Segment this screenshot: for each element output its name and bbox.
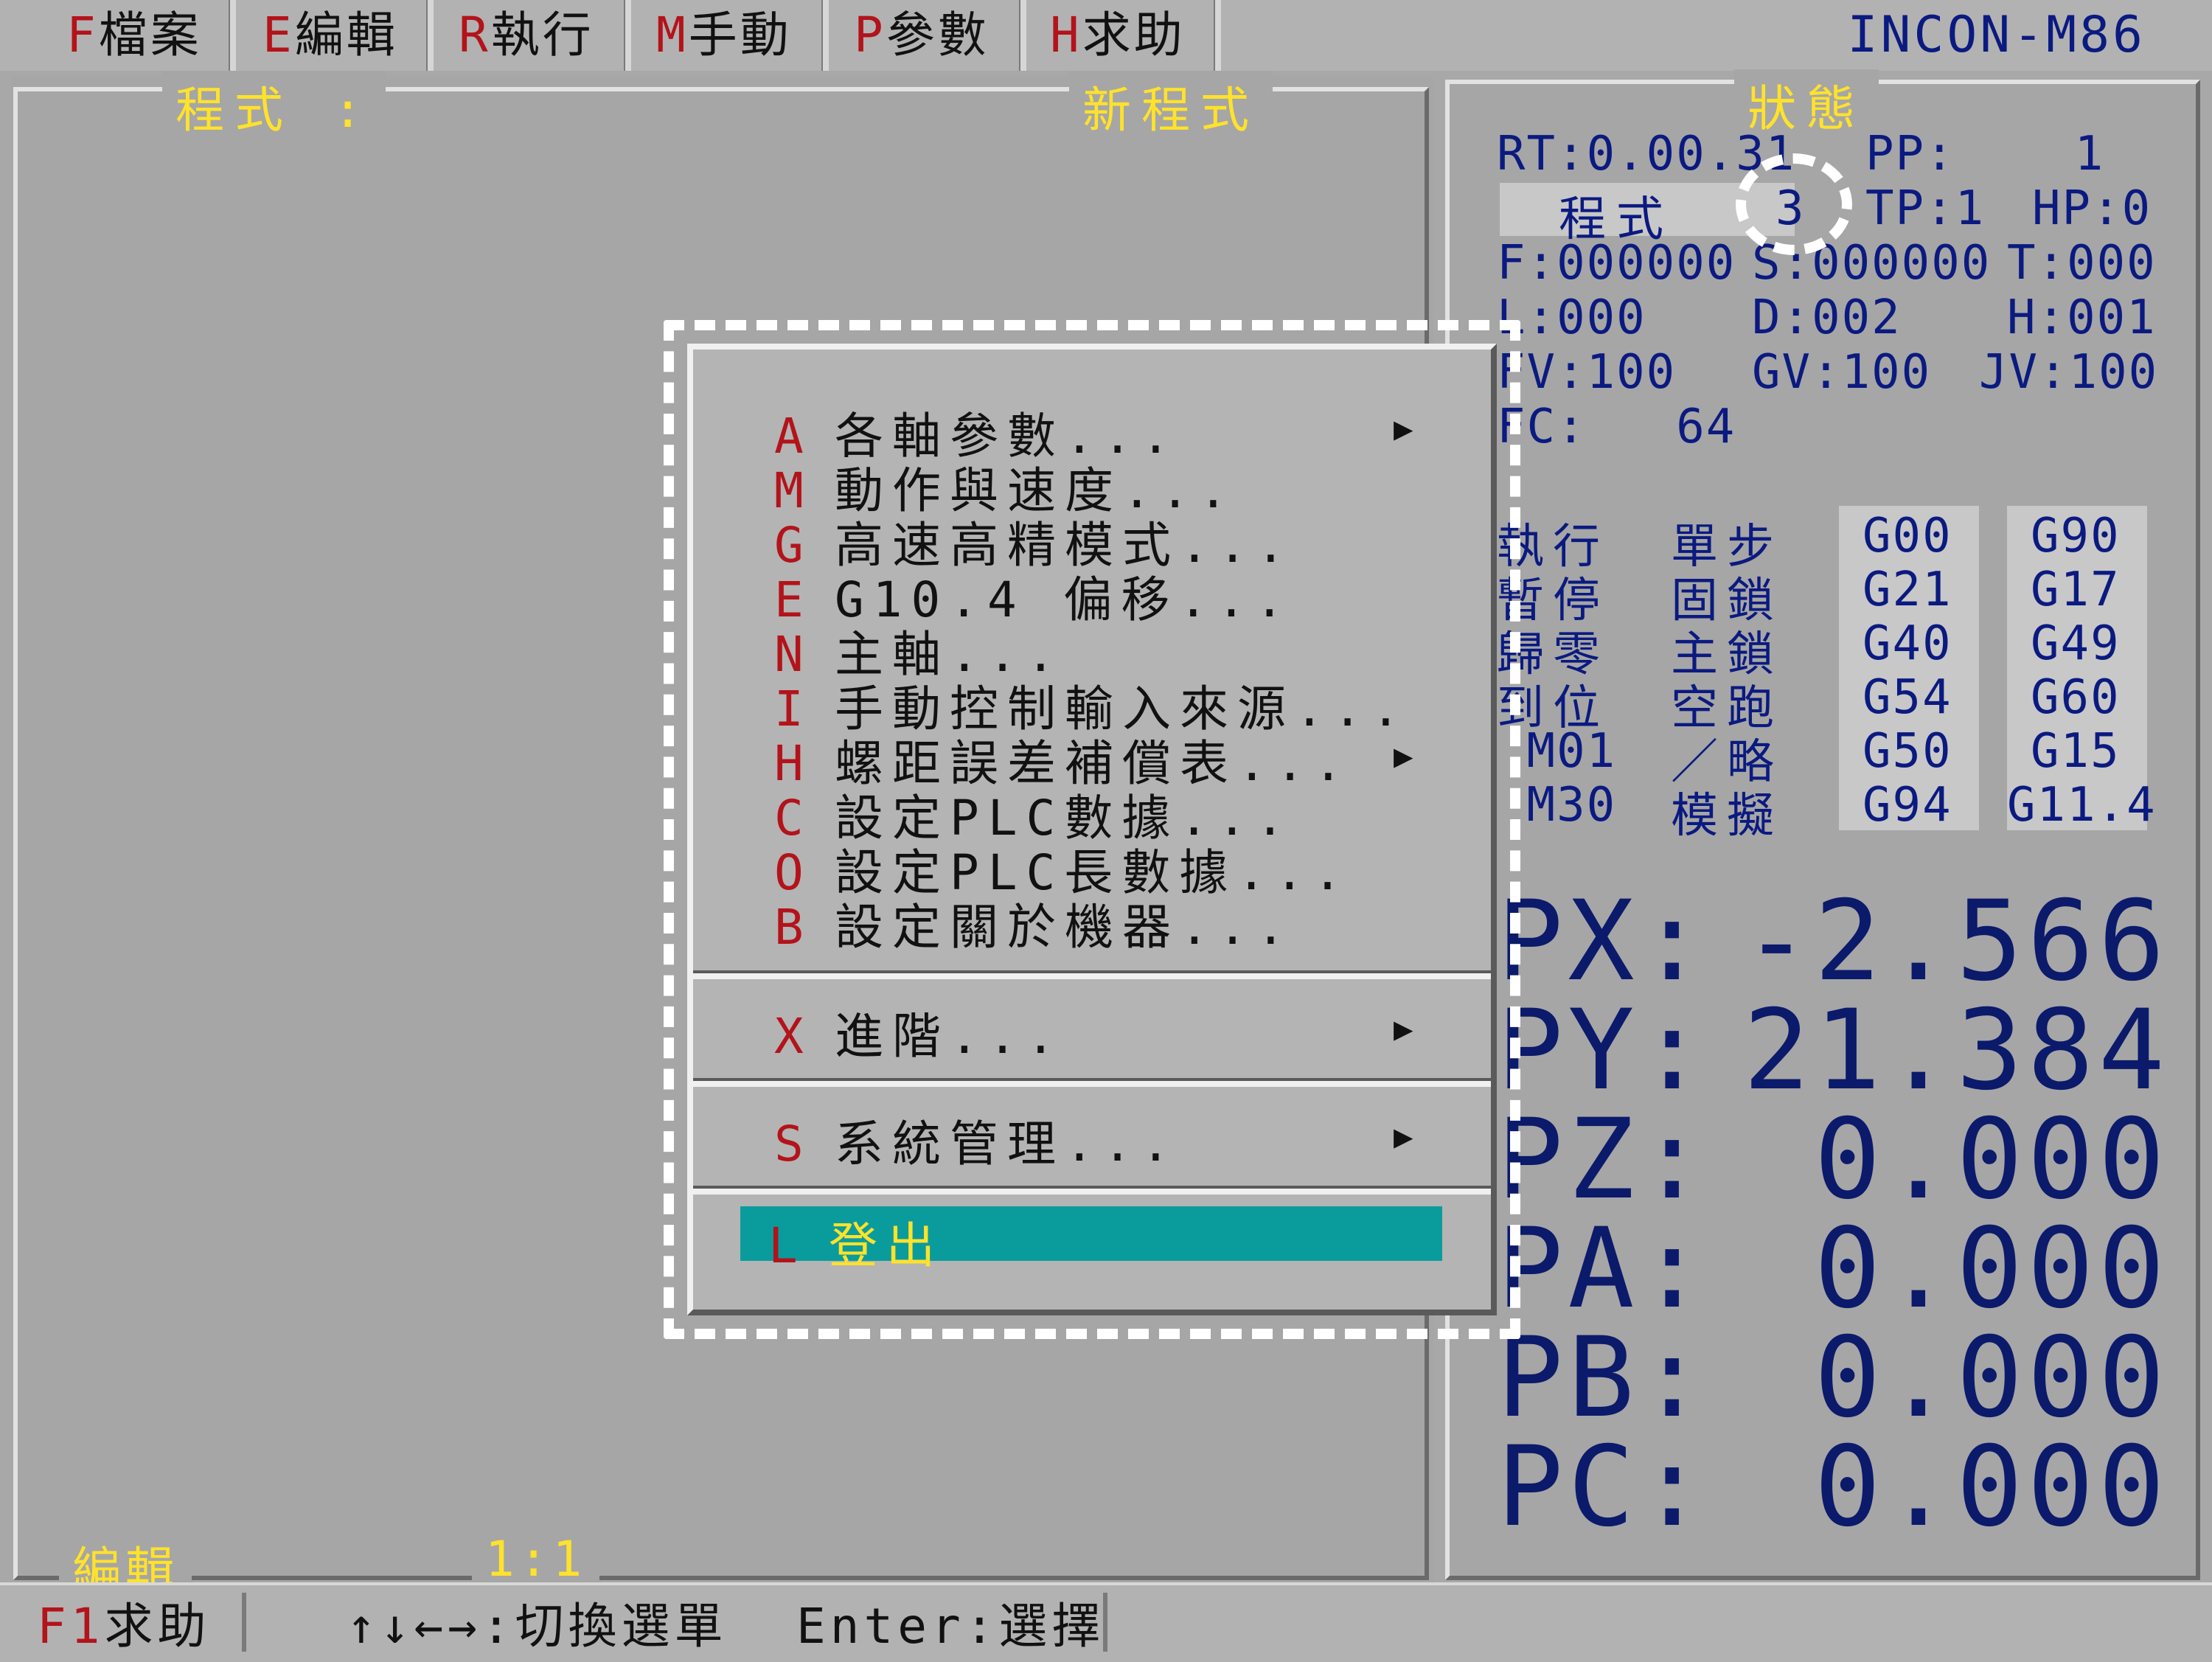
tool-value: T:000	[2007, 236, 2157, 291]
g-code: G94	[1863, 778, 1952, 832]
cursor-position: 1:1	[472, 1531, 600, 1588]
highlight-outline	[664, 320, 1520, 1339]
jog-override: JV:100	[1979, 345, 2159, 400]
help-hint[interactable]: F1求助	[37, 1587, 210, 1658]
g-code: G40	[1863, 616, 1952, 671]
menu-edit[interactable]: E編輯	[262, 0, 398, 71]
g-code: G21	[1863, 563, 1952, 617]
flag-simulate: 模擬	[1671, 789, 1783, 844]
tool-pocket: TP:1	[1865, 181, 1986, 236]
g-code: G60	[2031, 670, 2121, 725]
brand-label: INCON-M86	[1847, 6, 2146, 64]
g-code: G54	[1863, 670, 1952, 725]
g-code: G11.4	[2007, 778, 2157, 832]
axis-c-label: PC:	[1497, 1423, 1710, 1551]
g-override: GV:100	[1752, 345, 1932, 400]
enter-hint: Enter:選擇	[796, 1598, 1105, 1655]
highlight-outline	[1736, 153, 1852, 255]
fc-value: FC: 64	[1497, 400, 1736, 454]
bar-divider	[1103, 1593, 1107, 1652]
menu-divider	[1019, 0, 1026, 71]
g-code: G17	[2031, 563, 2121, 617]
navigation-hint: ↑↓←→:切換選單	[347, 1598, 728, 1655]
menu-divider	[1214, 0, 1221, 71]
program-label: 程式 :	[162, 71, 386, 142]
g-code: G49	[2031, 616, 2121, 671]
hp-value: HP:0	[2032, 181, 2152, 236]
feed-override: FV:100	[1497, 345, 1677, 400]
menu-manual[interactable]: M手動	[656, 0, 792, 71]
menu-parameters[interactable]: P參數	[854, 0, 990, 71]
axis-c-value: 0.000	[1814, 1423, 2169, 1551]
menu-help[interactable]: H求助	[1050, 0, 1186, 71]
program-name: 新程式	[1069, 71, 1273, 142]
menu-divider	[821, 0, 829, 71]
bar-divider	[242, 1593, 246, 1652]
g-code: G90	[2031, 509, 2121, 563]
feed-value: F:000000	[1497, 236, 1736, 291]
g-code: G15	[2031, 724, 2121, 779]
menu-file[interactable]: F檔案	[66, 0, 202, 71]
menu-divider	[229, 0, 236, 71]
part-count: PP: 1	[1865, 127, 2105, 181]
g-code: G00	[1863, 509, 1952, 563]
menu-divider	[426, 0, 434, 71]
g-code: G50	[1863, 724, 1952, 779]
menu-divider	[624, 0, 631, 71]
menu-run[interactable]: R執行	[459, 0, 594, 71]
h-value: H:001	[2007, 291, 2157, 345]
d-value: D:002	[1752, 291, 1902, 345]
